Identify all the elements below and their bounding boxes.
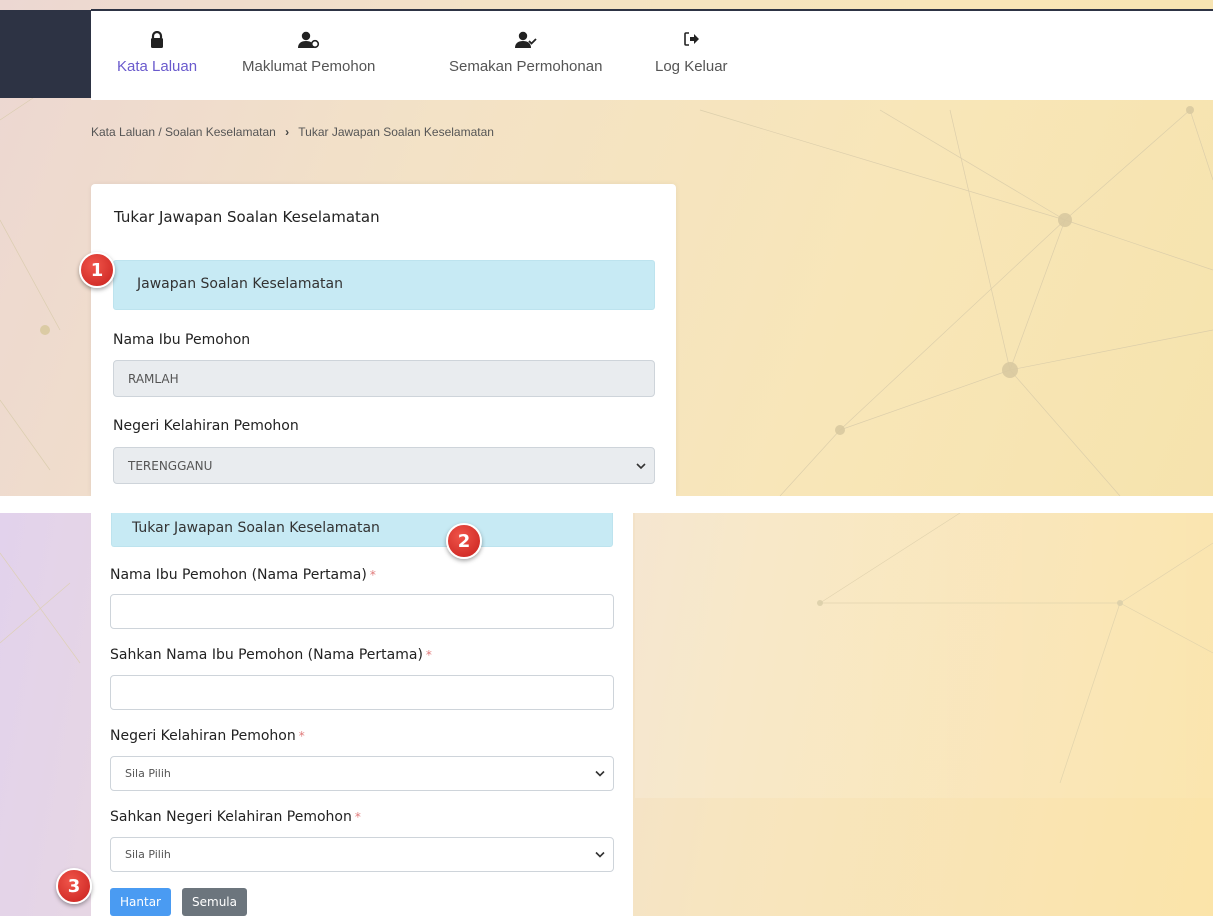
- reset-button[interactable]: Semula: [182, 888, 247, 916]
- birth-state-readonly-select: TERENGGANU: [113, 447, 655, 484]
- nav-label: Log Keluar: [655, 58, 728, 75]
- breadcrumb: Kata Laluan / Soalan Keselamatan › Tukar…: [91, 125, 494, 139]
- section-header-label: Tukar Jawapan Soalan Keselamatan: [132, 520, 380, 536]
- step-badge-2: 2: [446, 523, 482, 559]
- current-answers-card: Tukar Jawapan Soalan Keselamatan Jawapan…: [91, 184, 676, 496]
- lock-icon: [117, 30, 197, 51]
- nav-item-semakan-permohonan[interactable]: Semakan Permohonan: [449, 31, 602, 75]
- required-mark: *: [354, 810, 361, 824]
- chevron-down-icon: [636, 459, 646, 473]
- section-header-label: Jawapan Soalan Keselamatan: [137, 276, 343, 292]
- step-badge-1: 1: [79, 252, 115, 288]
- breadcrumb-parent[interactable]: Kata Laluan / Soalan Keselamatan: [91, 125, 276, 139]
- new-birth-state-label: Negeri Kelahiran Pemohon *: [110, 728, 305, 744]
- required-mark: *: [369, 568, 376, 582]
- submit-button[interactable]: Hantar: [110, 888, 171, 916]
- chevron-down-icon: [595, 767, 605, 780]
- mother-name-readonly: RAMLAH: [113, 360, 655, 397]
- user-check-icon: [449, 31, 602, 51]
- nav-label: Semakan Permohonan: [449, 58, 603, 75]
- section-header-current: Jawapan Soalan Keselamatan: [113, 260, 655, 310]
- sign-out-icon: [655, 31, 728, 51]
- user-info-icon: [242, 31, 375, 51]
- nav-item-log-keluar[interactable]: Log Keluar: [655, 31, 728, 75]
- mother-name-label: Nama Ibu Pemohon: [113, 332, 251, 348]
- label-text: Sahkan Nama Ibu Pemohon (Nama Pertama): [110, 647, 423, 663]
- new-birth-state-select[interactable]: Sila Pilih: [110, 756, 614, 791]
- label-text: Sahkan Negeri Kelahiran Pemohon: [110, 809, 352, 825]
- confirm-mother-name-input[interactable]: [110, 675, 614, 710]
- bottom-screenshot: Tukar Jawapan Soalan Keselamatan Nama Ib…: [0, 513, 1213, 916]
- confirm-birth-state-select[interactable]: Sila Pilih: [110, 837, 614, 872]
- nav-item-maklumat-pemohon[interactable]: Maklumat Pemohon: [242, 31, 375, 75]
- change-answers-card: Tukar Jawapan Soalan Keselamatan Nama Ib…: [91, 513, 633, 916]
- select-value: Sila Pilih: [125, 767, 171, 780]
- card-title: Tukar Jawapan Soalan Keselamatan: [114, 208, 380, 226]
- confirm-mother-name-label: Sahkan Nama Ibu Pemohon (Nama Pertama) *: [110, 647, 432, 663]
- required-mark: *: [298, 729, 305, 743]
- section-header-change: Tukar Jawapan Soalan Keselamatan: [111, 513, 613, 547]
- nav-label: Maklumat Pemohon: [242, 58, 376, 75]
- confirm-birth-state-label: Sahkan Negeri Kelahiran Pemohon *: [110, 809, 361, 825]
- new-mother-name-label: Nama Ibu Pemohon (Nama Pertama) *: [110, 567, 376, 583]
- breadcrumb-current: Tukar Jawapan Soalan Keselamatan: [298, 125, 494, 139]
- required-mark: *: [425, 648, 432, 662]
- chevron-down-icon: [595, 848, 605, 861]
- birth-state-label: Negeri Kelahiran Pemohon: [113, 418, 299, 434]
- new-mother-name-input[interactable]: [110, 594, 614, 629]
- label-text: Nama Ibu Pemohon (Nama Pertama): [110, 567, 367, 583]
- top-navbar: Kata Laluan Maklumat Pemohon Semakan Per…: [91, 11, 1213, 100]
- chevron-right-icon: ›: [285, 125, 290, 139]
- top-screenshot: Kata Laluan Maklumat Pemohon Semakan Per…: [0, 0, 1213, 496]
- step-badge-3: 3: [56, 868, 92, 904]
- birth-state-value: TERENGGANU: [128, 458, 213, 473]
- select-value: Sila Pilih: [125, 848, 171, 861]
- dark-sidebar-strip: [0, 10, 91, 98]
- mother-name-value: RAMLAH: [128, 371, 179, 386]
- label-text: Negeri Kelahiran Pemohon: [110, 728, 296, 744]
- nav-item-kata-laluan[interactable]: Kata Laluan: [117, 30, 198, 75]
- nav-label: Kata Laluan: [117, 58, 198, 75]
